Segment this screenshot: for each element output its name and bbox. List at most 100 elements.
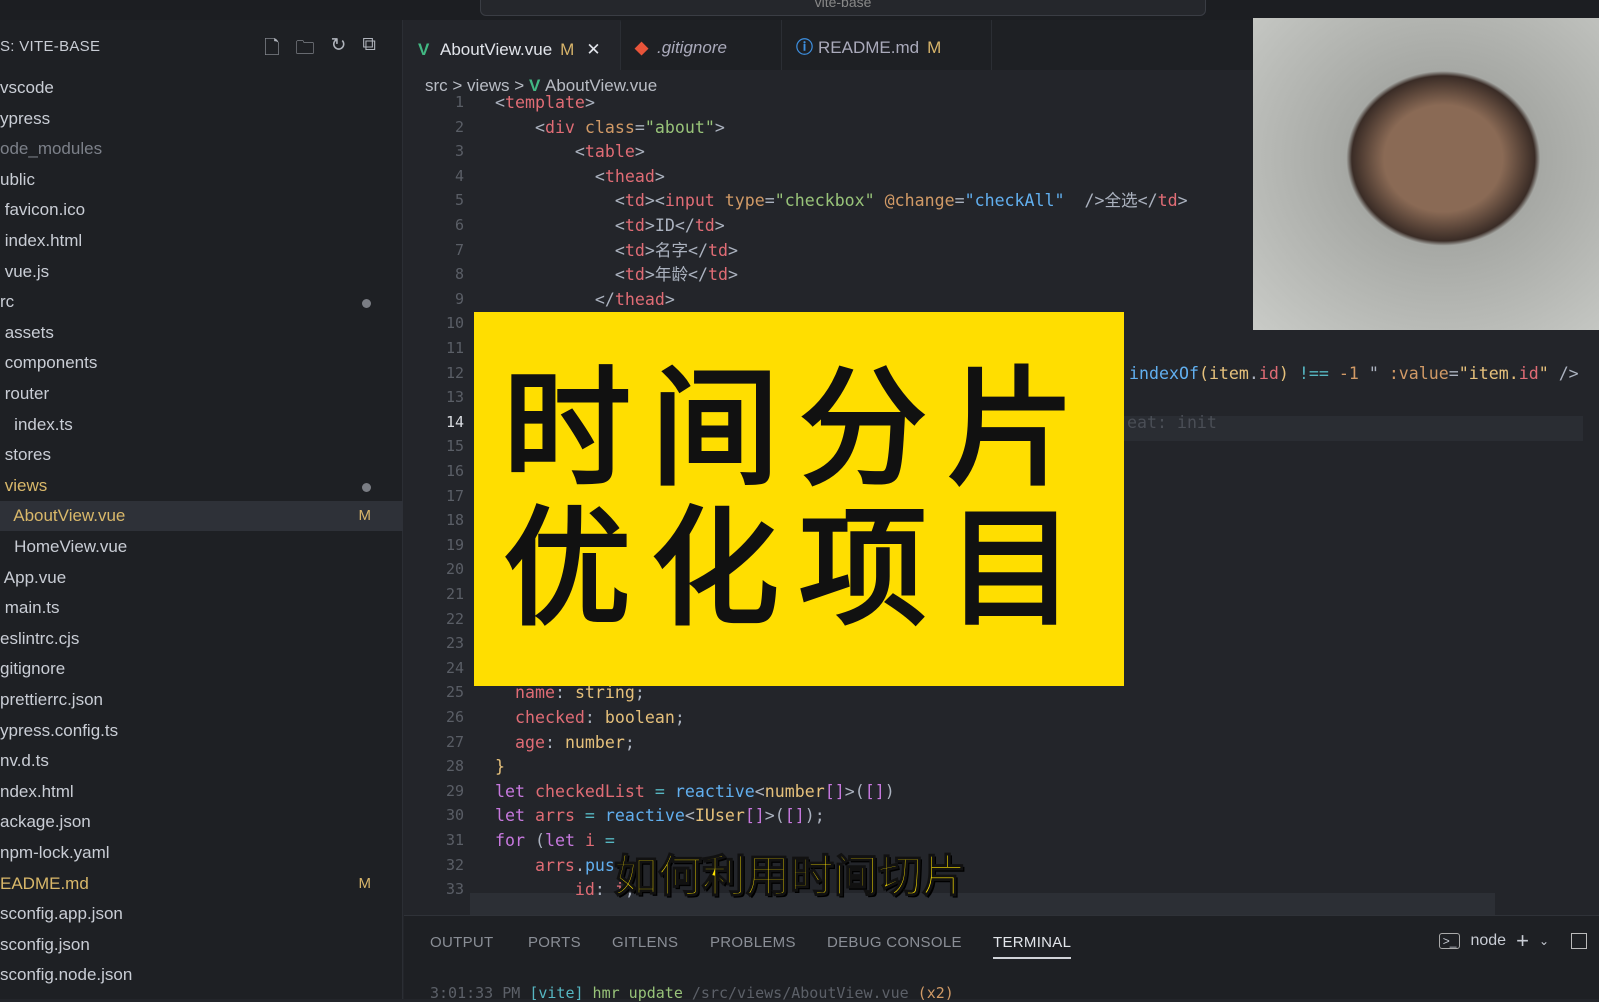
file-tree-item[interactable]: stores [0,440,403,470]
new-file-icon[interactable]: 🗋 [264,34,279,66]
code-line: arrs.pus [495,853,615,878]
file-tree-item[interactable]: ndex.html [0,777,403,807]
tab-aboutviewvue[interactable]: V AboutView.vue M ✕ [404,20,621,70]
chevron-down-icon[interactable]: ⌄ [1539,934,1549,948]
panel-tab-output[interactable]: OUTPUT [430,934,493,951]
file-tree-item[interactable]: ode_modules [0,134,403,164]
close-icon[interactable]: ✕ [586,40,600,59]
code-token: reactive [604,806,685,826]
code-token: !== [1288,363,1339,383]
collapse-all-icon[interactable]: ⧉ [362,34,376,66]
code-token: > [584,93,595,112]
terminal-token: (x2) [908,984,954,1002]
code-token: < [754,781,765,801]
file-tree-item[interactable]: HomeView.vue [0,532,403,562]
line-number: 31 [445,831,464,849]
file-tree-item-label: main.ts [0,598,60,618]
file-tree-item[interactable]: AboutView.vue M [0,501,403,532]
file-tree-item[interactable]: npm-lock.yaml [0,838,403,868]
code-token: = [764,191,775,211]
terminal-name[interactable]: node [1470,932,1506,950]
file-tree-item[interactable]: vue.js [0,257,403,287]
line-number: 23 [445,634,464,653]
plus-icon[interactable]: + [1516,928,1529,954]
new-folder-icon[interactable]: 🗀 [295,34,314,66]
code-token: checkedList [534,781,645,801]
file-tree-item[interactable]: main.ts [0,593,403,623]
code-line: <td>ID</td> [495,213,725,238]
file-tree-item[interactable]: ypress.config.ts [0,716,403,746]
inline-blame: eat: init [1127,412,1217,432]
modified-badge: M [927,38,942,57]
code-token: div [544,117,575,137]
file-tree-item-label: rc [0,292,15,312]
file-tree-item[interactable]: ypress [0,104,403,134]
refresh-icon[interactable]: ↻ [331,34,347,66]
file-tree-item-label: npm-lock.yaml [0,843,110,862]
file-tree-item[interactable]: sconfig.node.json [0,960,403,990]
file-tree-item-label: stores [0,445,52,465]
overlay-title-line: 优化项目 [502,494,1095,644]
file-tree-item[interactable]: views [0,471,403,501]
file-tree-item-label: index.html [0,231,83,250]
panel-tab-terminal[interactable]: TERMINAL [993,934,1072,959]
code-token: checked [495,708,585,727]
code-token: table [584,142,635,162]
file-tree-item[interactable]: App.vue [0,563,403,593]
tab-gitignore[interactable]: ◆ .gitignore [621,20,782,70]
file-tree-item[interactable]: rc [0,287,403,317]
explorer-actions: 🗋 🗀 ↻ ⧉ [264,34,376,66]
file-tree-item[interactable]: index.html [0,226,403,256]
file-tree-item[interactable]: router [0,379,403,409]
file-tree-item[interactable]: eslintrc.cjs [0,624,403,654]
modified-badge: M [358,874,372,892]
code-token: string [574,683,635,703]
code-line: <td>年龄</td> [495,262,738,287]
file-tree-item-label: assets [0,322,54,342]
panel-tab-gitlens[interactable]: GITLENS [612,934,678,951]
code-token: td [624,265,645,285]
code-token: < [495,117,545,137]
code-token: reactive [674,781,755,801]
file-tree-item[interactable]: prettierrc.json [0,685,403,715]
line-number: 32 [445,855,464,874]
panel-tab-debug-console[interactable]: DEBUG CONSOLE [827,934,962,951]
code-token: arrs [534,806,575,826]
file-tree-item[interactable]: nv.d.ts [0,746,403,776]
panel-tab-problems[interactable]: PROBLEMS [710,934,796,951]
panel-tab-ports[interactable]: PORTS [528,934,581,951]
file-tree-item[interactable]: assets [0,318,403,348]
file-tree-item[interactable]: index.ts [0,410,403,440]
file-tree-item[interactable]: favicon.ico [0,195,403,225]
file-tree-item-label: ackage.json [0,812,91,832]
webcam-video [1253,18,1599,330]
file-tree-item[interactable]: vscode [0,73,403,103]
tab-readmemd[interactable]: ⓘ README.md M [782,20,992,70]
file-tree-item-label: ypress [0,108,51,128]
file-tree-item-label: sconfig.app.json [0,904,123,924]
file-tree-item[interactable]: ackage.json [0,807,403,837]
line-number: 14 [445,412,464,431]
file-tree-item[interactable]: components [0,348,403,378]
line-number: 7 [454,240,464,259]
code-token: let [495,781,535,801]
tab-label: AboutView.vue [440,40,553,59]
file-tree-item[interactable]: ublic [0,165,403,195]
file-tree-item[interactable]: gitignore [0,654,403,684]
command-center[interactable]: vite-base [480,0,1206,16]
code-token: >名字</ [644,240,709,260]
terminal-output[interactable]: 3:01:33 PM [vite] hmr update /src/views/… [430,984,954,1002]
code-token: >年龄</ [644,265,709,285]
code-token: >( [844,781,865,801]
file-tree-item-label: App.vue [0,567,67,587]
code-token: > [714,216,725,235]
tab-label: .gitignore [657,38,727,57]
file-tree-item[interactable]: EADME.md M [0,869,403,899]
split-panel-icon[interactable] [1571,933,1587,949]
file-tree-item[interactable]: sconfig.app.json [0,899,403,929]
line-number: 24 [445,658,464,677]
code-token: td [708,265,729,285]
code-line: let checkedList = reactive<number[]>([]) [495,779,895,804]
code-token: for [495,831,535,850]
file-tree-item[interactable]: sconfig.json [0,930,403,960]
